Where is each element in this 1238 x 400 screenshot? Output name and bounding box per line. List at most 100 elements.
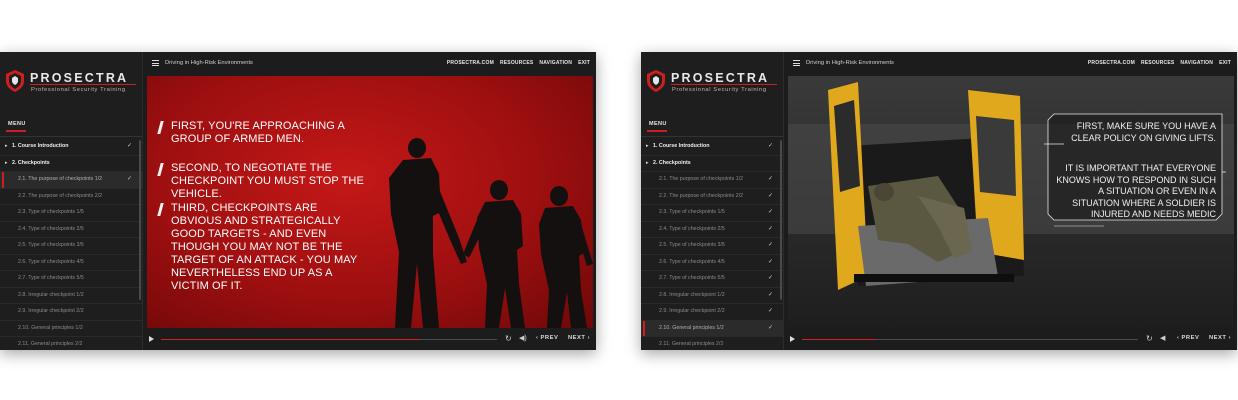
- divider: [0, 136, 142, 137]
- menu-item-label: 2.1. The purpose of checkpoints 1/2: [18, 176, 103, 182]
- slash-bullet-icon: [157, 163, 164, 176]
- check-icon: ✓: [768, 225, 774, 232]
- menu-item[interactable]: 2.7. Type of checkpoints 5/5 ✓: [641, 271, 783, 288]
- menu-item-label: 2.4. Type of checkpoints 2/5: [18, 225, 84, 232]
- menu-scrollbar[interactable]: [780, 140, 782, 300]
- replay-icon[interactable]: ↻: [505, 334, 512, 343]
- prev-button[interactable]: ‹ PREV: [536, 335, 558, 341]
- progress-track[interactable]: [802, 338, 1138, 340]
- menu-item[interactable]: 2.6. Type of checkpoints 4/5 ✓: [641, 255, 783, 271]
- menu-item-label: 1. Course Introduction: [12, 143, 69, 149]
- progress-track[interactable]: [161, 338, 497, 340]
- nav-resources-link[interactable]: RESOURCES: [1141, 60, 1174, 66]
- check-icon: ✓: [768, 192, 774, 199]
- menu-item[interactable]: 2.4. Type of checkpoints 2/5 ✓: [641, 222, 783, 238]
- menu-title: MENU: [8, 121, 26, 127]
- menu-item[interactable]: 2.11. General principles 2/2: [0, 337, 142, 350]
- check-icon: ✓: [768, 143, 774, 149]
- check-icon: ✓: [768, 242, 774, 248]
- next-button[interactable]: NEXT ›: [568, 335, 590, 341]
- nav-navigation-link[interactable]: NAVIGATION: [1180, 60, 1213, 66]
- menu-item-label: 2.8. Irregular checkpoint 1/2: [659, 291, 725, 298]
- next-label: NEXT: [568, 335, 586, 341]
- check-icon: ✓: [768, 258, 774, 265]
- shield-logo-icon: [647, 70, 665, 92]
- menu-item-label: 2.9. Irregular checkpoint 2/2: [18, 308, 84, 314]
- brand-underline: [30, 84, 136, 85]
- menu-item[interactable]: 2.7. Type of checkpoints 5/5: [0, 271, 142, 288]
- menu-item-label: 2.8. Irregular checkpoint 1/2: [18, 291, 84, 298]
- progress-fill: [802, 338, 876, 340]
- menu-icon[interactable]: [152, 60, 159, 66]
- menu-section[interactable]: ▸ 1. Course Introduction ✓: [0, 139, 142, 156]
- check-icon: ✓: [768, 308, 774, 314]
- bullet-text: SECOND, TO NEGOTIATE THE CHECKPOINT YOU …: [171, 162, 364, 200]
- menu-section[interactable]: ▸ 1. Course Introduction ✓: [641, 139, 783, 156]
- check-icon: ✓: [127, 176, 133, 182]
- menu-item[interactable]: 2.4. Type of checkpoints 2/5: [0, 222, 142, 238]
- check-icon: ✓: [768, 209, 774, 215]
- menu-title: MENU: [649, 121, 667, 127]
- active-marker: [2, 172, 4, 188]
- brand-tagline: Professional Security Training: [31, 87, 126, 93]
- menu-item[interactable]: 2.2. The purpose of checkpoints 2/2 ✓: [641, 189, 783, 205]
- menu-item[interactable]: 2.5. Type of checkpoints 3/5 ✓: [641, 238, 783, 255]
- menu-item[interactable]: 2.1. The purpose of checkpoints 1/2 ✓: [0, 172, 142, 189]
- menu-item[interactable]: 2.3. Type of checkpoints 1/5: [0, 205, 142, 222]
- prev-label: PREV: [540, 335, 559, 341]
- menu-item[interactable]: 2.3. Type of checkpoints 1/5 ✓: [641, 205, 783, 222]
- slide-content: FIRST, MAKE SURE YOU HAVE A CLEAR POLICY…: [788, 76, 1234, 328]
- menu-list: ▸ 1. Course Introduction ✓ ▸ 2. Checkpoints 2…: [0, 139, 142, 350]
- divider: [641, 136, 783, 137]
- nav-navigation-link[interactable]: NAVIGATION: [539, 60, 572, 66]
- soldiers-silhouette: [389, 138, 593, 328]
- menu-item[interactable]: 2.5. Type of checkpoints 3/5: [0, 238, 142, 255]
- menu-item[interactable]: 2.1. The purpose of checkpoints 1/2 ✓: [641, 172, 783, 189]
- sidebar: PROSECTRA Professional Security Training…: [0, 52, 143, 350]
- nav-prosectra-link[interactable]: PROSECTRA.COM: [1088, 60, 1135, 66]
- menu-section[interactable]: ▸ 2. Checkpoints: [641, 156, 783, 172]
- menu-scrollbar[interactable]: [139, 140, 141, 300]
- menu-item[interactable]: 2.11. General principles 2/2: [641, 337, 783, 350]
- play-icon[interactable]: [790, 336, 795, 342]
- nav-prosectra-link[interactable]: PROSECTRA.COM: [447, 60, 494, 66]
- menu-item[interactable]: 2.10. General principles 1/2 ✓: [641, 320, 783, 337]
- menu-icon[interactable]: [793, 60, 800, 66]
- brand-logo: PROSECTRA Professional Security Training: [647, 68, 779, 98]
- volume-icon[interactable]: ◀: [1160, 334, 1165, 342]
- menu-item-label: 2.4. Type of checkpoints 2/5: [659, 225, 725, 232]
- brand-tagline: Professional Security Training: [672, 87, 767, 93]
- play-icon[interactable]: [149, 336, 154, 342]
- volume-icon[interactable]: ◀): [519, 334, 527, 342]
- prev-button[interactable]: ‹ PREV: [1177, 335, 1199, 341]
- caret-icon: ▸: [5, 159, 8, 166]
- shield-logo-icon: [6, 70, 24, 92]
- replay-icon[interactable]: ↻: [1146, 334, 1153, 343]
- menu-title-underline: [647, 130, 667, 132]
- menu-item-label: 2.11. General principles 2/2: [659, 341, 724, 347]
- info-panel: FIRST, MAKE SURE YOU HAVE A CLEAR POLICY…: [1044, 110, 1226, 238]
- menu-item[interactable]: 2.6. Type of checkpoints 4/5: [0, 255, 142, 271]
- caret-icon: ▸: [5, 143, 8, 149]
- menu-item-label: 2.10. General principles 1/2: [18, 324, 83, 331]
- menu-item[interactable]: 2.9. Irregular checkpoint 2/2: [0, 304, 142, 321]
- panel-text-first: FIRST, MAKE SURE YOU HAVE A CLEAR POLICY…: [1071, 121, 1216, 143]
- nav-exit-link[interactable]: EXIT: [578, 60, 590, 66]
- top-nav: PROSECTRA.COM RESOURCES NAVIGATION EXIT: [1088, 60, 1231, 66]
- menu-item[interactable]: 2.8. Irregular checkpoint 1/2 ✓: [641, 288, 783, 304]
- menu-item-label: 2.2. The purpose of checkpoints 2/2: [659, 192, 744, 199]
- nav-resources-link[interactable]: RESOURCES: [500, 60, 533, 66]
- menu-item[interactable]: 2.8. Irregular checkpoint 1/2: [0, 288, 142, 304]
- menu-section[interactable]: ▸ 2. Checkpoints: [0, 156, 142, 172]
- course-title: Driving in High-Risk Environments: [165, 59, 253, 66]
- top-nav: PROSECTRA.COM RESOURCES NAVIGATION EXIT: [447, 60, 590, 66]
- next-button[interactable]: NEXT ›: [1209, 335, 1231, 341]
- menu-item[interactable]: 2.2. The purpose of checkpoints 2/2: [0, 189, 142, 205]
- brand-name: PROSECTRA: [671, 71, 770, 85]
- course-title: Driving in High-Risk Environments: [806, 59, 894, 66]
- menu-item-label: 2.5. Type of checkpoints 3/5: [659, 242, 725, 248]
- menu-item[interactable]: 2.9. Irregular checkpoint 2/2 ✓: [641, 304, 783, 321]
- nav-exit-link[interactable]: EXIT: [1219, 60, 1231, 66]
- slash-bullet-icon: [157, 121, 164, 134]
- menu-item[interactable]: 2.10. General principles 1/2: [0, 321, 142, 337]
